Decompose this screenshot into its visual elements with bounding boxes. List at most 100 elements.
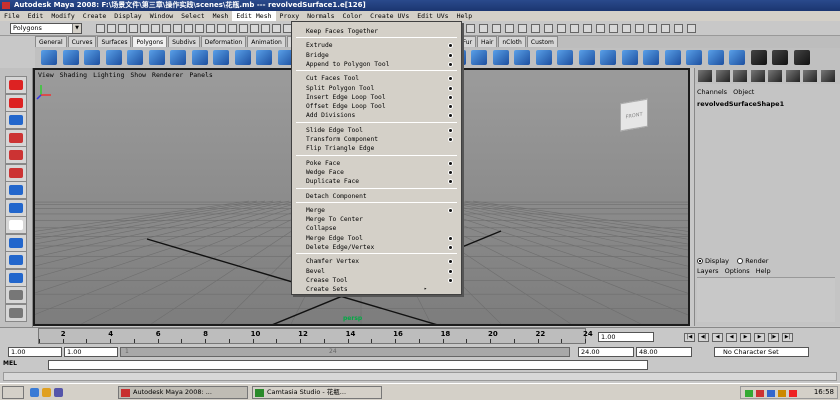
tray-icon-1[interactable]: [745, 390, 753, 397]
shelf-tab-general[interactable]: General: [35, 36, 67, 47]
status-line-button[interactable]: [518, 24, 527, 33]
toolbox-tool-icon[interactable]: [5, 216, 27, 234]
viewport-menu-panels[interactable]: Panels: [186, 70, 215, 81]
menu-set-select[interactable]: Polygons ▼: [10, 23, 82, 34]
menu-item-collapse[interactable]: Collapse: [292, 224, 461, 233]
step-back-key-icon[interactable]: ◀|: [698, 333, 709, 342]
menu-item-chamfer-vertex[interactable]: Chamfer Vertex: [292, 257, 461, 266]
menu-item-flip-triangle-edge[interactable]: Flip Triangle Edge: [292, 144, 461, 153]
toolbox-tool-icon[interactable]: [5, 268, 27, 287]
menu-modify[interactable]: Modify: [47, 11, 78, 21]
shelf-tab-deformation[interactable]: Deformation: [200, 36, 247, 47]
status-line-button[interactable]: [479, 24, 488, 33]
option-box-icon[interactable]: [448, 52, 453, 58]
menu-item-offset-edge-loop-tool[interactable]: Offset Edge Loop Tool: [292, 102, 461, 111]
status-line-button[interactable]: [184, 24, 193, 33]
layout-icon[interactable]: [768, 70, 782, 82]
layout-icon[interactable]: [803, 70, 817, 82]
menu-item-split-polygon-tool[interactable]: Split Polygon Tool: [292, 84, 461, 93]
shelf-polygon-tool-icon[interactable]: [750, 50, 767, 65]
desktop-icon[interactable]: [54, 388, 63, 397]
toolbox-tool-icon[interactable]: [5, 93, 27, 112]
option-box-icon[interactable]: [448, 137, 453, 142]
shelf-polygon-tool-icon[interactable]: [535, 50, 552, 65]
playback-start-field[interactable]: 1.00: [64, 347, 118, 357]
status-line-button[interactable]: [140, 24, 149, 33]
shelf-polygon-tool-icon[interactable]: [492, 50, 509, 65]
shelf-tab-hair[interactable]: Hair: [477, 36, 498, 47]
toolbox-tool-icon[interactable]: [5, 163, 27, 182]
mel-label[interactable]: MEL: [3, 360, 17, 367]
mel-command-input[interactable]: [48, 360, 648, 370]
object-name[interactable]: revolvedSurfaceShape1: [697, 100, 784, 108]
option-box-icon[interactable]: [448, 113, 453, 119]
status-line-button[interactable]: [635, 24, 644, 33]
shelf-polygon-tool-icon[interactable]: [643, 50, 659, 65]
toolbox-tool-icon[interactable]: [5, 146, 27, 164]
option-box-icon[interactable]: [448, 76, 453, 82]
tab-object[interactable]: Object: [733, 88, 754, 96]
step-forward-key-icon[interactable]: |▶: [768, 333, 779, 342]
viewport-menu-renderer[interactable]: Renderer: [149, 70, 186, 81]
menu-item-merge-edge-tool[interactable]: Merge Edge Tool: [292, 234, 461, 243]
shelf-tab-animation[interactable]: Animation: [247, 36, 286, 47]
menu-item-crease-tool[interactable]: Crease Tool: [292, 276, 461, 285]
status-line-button[interactable]: [544, 24, 553, 33]
shelf-polygon-tool-icon[interactable]: [191, 50, 208, 65]
go-to-end-icon[interactable]: ▶|: [782, 333, 793, 342]
menu-create-uvs[interactable]: Create UVs: [366, 11, 413, 21]
play-forward-icon[interactable]: ▶: [740, 333, 751, 342]
status-line-button[interactable]: [583, 24, 592, 33]
tray-icon-3[interactable]: [767, 390, 775, 397]
menu-item-append-to-polygon-tool[interactable]: Append to Polygon Tool: [292, 60, 461, 69]
menu-display[interactable]: Display: [110, 11, 145, 21]
menu-item-duplicate-face[interactable]: Duplicate Face: [292, 177, 461, 186]
shelf-polygon-tool-icon[interactable]: [686, 50, 702, 65]
step-back-icon[interactable]: ◀: [712, 333, 723, 342]
menu-item-transform-component[interactable]: Transform Component: [292, 135, 461, 144]
shelf-polygon-tool-icon[interactable]: [600, 50, 616, 65]
menu-item-wedge-face[interactable]: Wedge Face: [292, 168, 461, 177]
step-forward-icon[interactable]: ▶: [754, 333, 765, 342]
option-box-icon[interactable]: [448, 179, 453, 185]
status-line-button[interactable]: [217, 24, 226, 33]
status-line-button[interactable]: [505, 24, 514, 33]
folder-icon[interactable]: [42, 388, 51, 397]
menu-item-extrude[interactable]: Extrude: [292, 41, 461, 50]
status-line-button[interactable]: [622, 24, 631, 33]
status-line-button[interactable]: [129, 24, 138, 33]
shelf-tab-ncloth[interactable]: nCloth: [498, 36, 526, 47]
option-box-icon[interactable]: [448, 169, 453, 175]
option-box-icon[interactable]: [448, 268, 453, 274]
shelf-polygon-tool-icon[interactable]: [793, 50, 810, 65]
layout-icon[interactable]: [698, 70, 712, 82]
shelf-polygon-tool-icon[interactable]: [578, 50, 595, 65]
option-box-icon[interactable]: [448, 259, 453, 265]
task-maya[interactable]: Autodesk Maya 2008: ...: [118, 386, 248, 399]
toolbox-tool-icon[interactable]: [5, 233, 27, 252]
options-menu[interactable]: Options: [725, 267, 750, 275]
option-box-icon[interactable]: [448, 160, 453, 166]
shelf-polygon-tool-icon[interactable]: [62, 50, 79, 65]
tray-icon-5[interactable]: [789, 390, 797, 397]
viewcube[interactable]: FRONT: [620, 98, 648, 132]
status-line-button[interactable]: [492, 24, 501, 33]
menu-color[interactable]: Color: [339, 11, 367, 21]
menu-item-cut-faces-tool[interactable]: Cut Faces Tool: [292, 74, 461, 83]
menu-edit[interactable]: Edit: [24, 11, 48, 21]
status-line-button[interactable]: [96, 24, 105, 33]
range-slider-bar[interactable]: 1 24: [120, 347, 570, 357]
shelf-tab-surfaces[interactable]: Surfaces: [97, 36, 132, 47]
shelf-polygon-tool-icon[interactable]: [213, 50, 229, 65]
time-slider-ticks[interactable]: 2 4 6 8 10 12 14 16 18 20 22 24: [38, 328, 593, 344]
menu-edit-uvs[interactable]: Edit UVs: [413, 11, 452, 21]
shelf-polygon-tool-icon[interactable]: [621, 50, 638, 65]
viewport-menu-lighting[interactable]: Lighting: [90, 70, 127, 81]
status-line-button[interactable]: [648, 24, 657, 33]
shelf-tab-custom[interactable]: Custom: [526, 36, 558, 47]
play-back-icon[interactable]: ◀: [726, 333, 737, 342]
menu-item-merge[interactable]: Merge: [292, 206, 461, 215]
shelf-tab-subdivs[interactable]: Subdivs: [168, 36, 200, 47]
layout-icon[interactable]: [820, 70, 835, 82]
status-line-button[interactable]: [107, 24, 116, 33]
